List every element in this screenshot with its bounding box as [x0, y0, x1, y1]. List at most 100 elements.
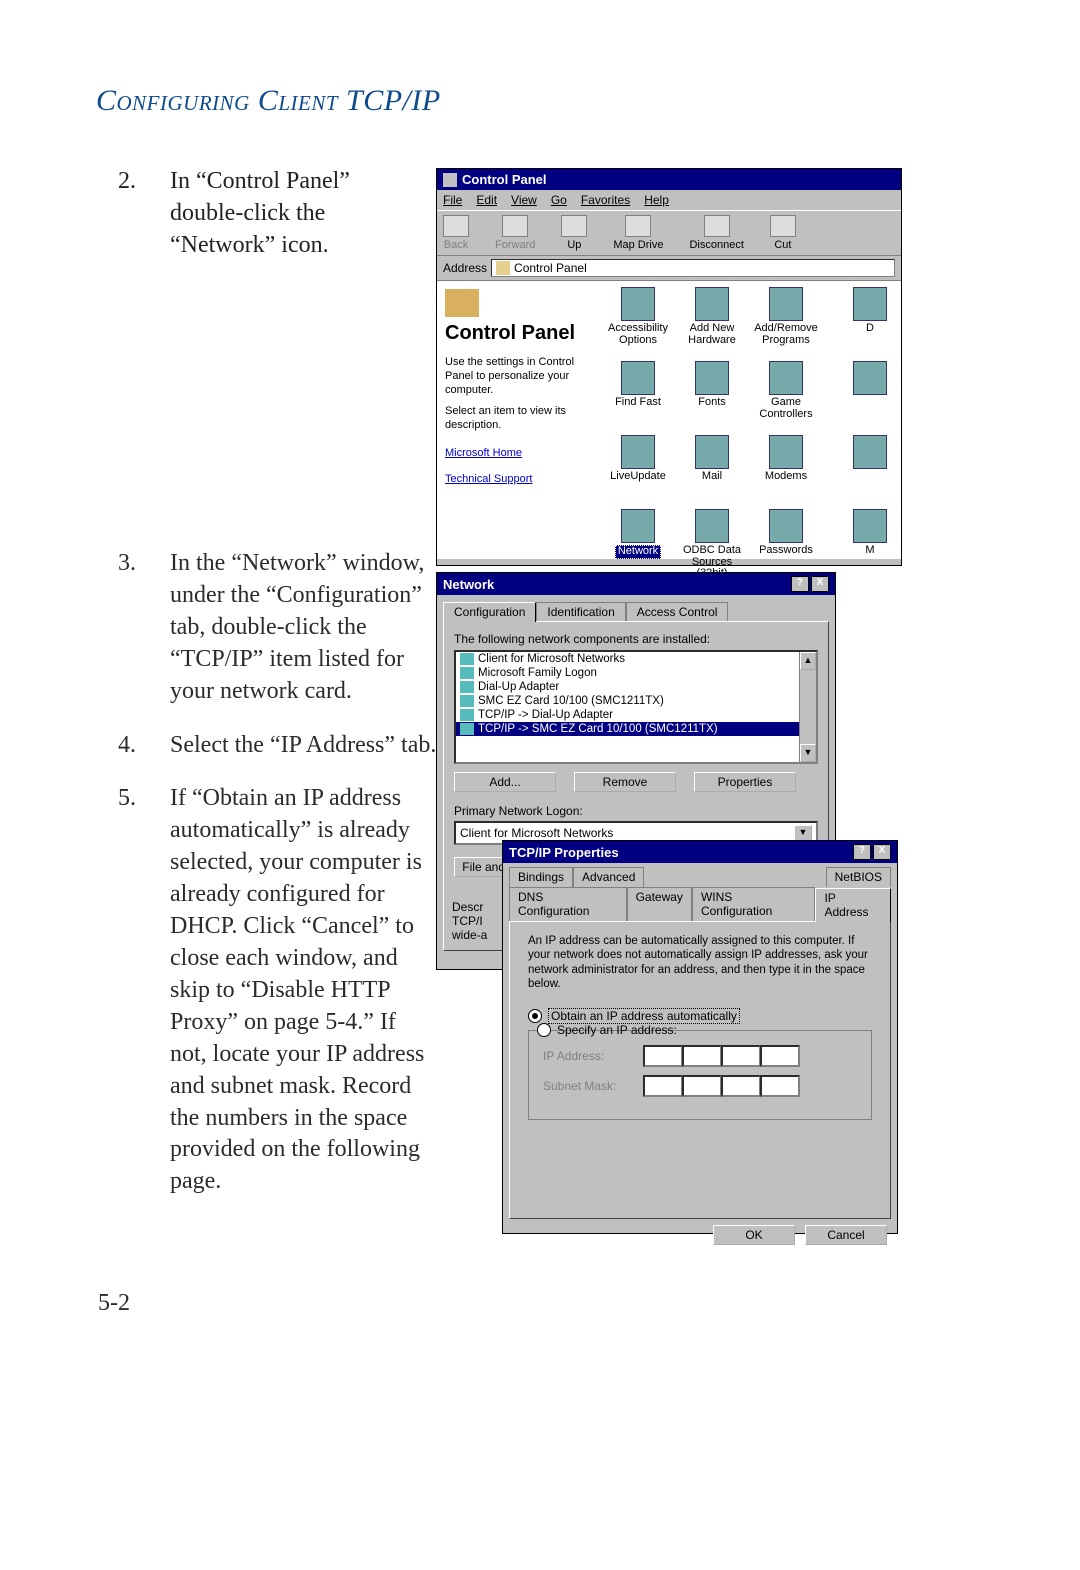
titlebar: Control Panel: [437, 169, 901, 190]
address-label: Address: [443, 261, 487, 275]
cp-item-add-remove-programs[interactable]: Add/Remove Programs: [749, 287, 823, 361]
applet-icon: [769, 435, 803, 469]
applet-icon: [621, 361, 655, 395]
step-text: In the “Network” window, under the “Conf…: [170, 548, 438, 708]
cp-item-fonts[interactable]: Fonts: [675, 361, 749, 435]
disconnect-button[interactable]: Disconnect: [689, 215, 743, 251]
component-label: Client for Microsoft Networks: [478, 653, 625, 665]
tab-identification[interactable]: Identification: [536, 602, 625, 622]
applet-label: Accessibility Options: [601, 323, 675, 346]
applet-label: D: [864, 323, 876, 335]
component-icon: [460, 723, 474, 735]
cp-item-partial[interactable]: [833, 361, 907, 435]
radio-specify[interactable]: Specify an IP address:: [537, 1023, 857, 1037]
ip-address-field: [643, 1045, 800, 1067]
applet-label: LiveUpdate: [608, 471, 668, 483]
menu-view[interactable]: View: [511, 193, 537, 207]
cp-item-accessibility-options[interactable]: Accessibility Options: [601, 287, 675, 361]
control-panel-icon: [445, 289, 479, 317]
tab-bindings[interactable]: Bindings: [509, 867, 573, 887]
cut-button[interactable]: Cut: [770, 215, 796, 251]
map-drive-button[interactable]: Map Drive: [613, 215, 663, 251]
description-text2: wide-a: [452, 928, 487, 942]
scrollbar[interactable]: ▲ ▼: [799, 652, 816, 762]
cp-item-find-fast[interactable]: Find Fast: [601, 361, 675, 435]
icon-grid: Accessibility OptionsAdd New HardwareAdd…: [597, 281, 901, 559]
radio-obtain-auto[interactable]: Obtain an IP address automatically: [528, 1008, 872, 1024]
address-bar: Address Control Panel: [437, 256, 901, 281]
help-button[interactable]: ?: [853, 844, 871, 860]
radio-icon: [537, 1023, 551, 1037]
cp-item-liveupdate[interactable]: LiveUpdate: [601, 435, 675, 509]
properties-button[interactable]: Properties: [694, 772, 796, 792]
combo-value: Client for Microsoft Networks: [460, 826, 613, 840]
ok-button[interactable]: OK: [713, 1225, 795, 1245]
applet-icon: [621, 287, 655, 321]
list-item[interactable]: TCP/IP -> SMC EZ Card 10/100 (SMC1211TX): [456, 722, 816, 736]
scroll-up-icon[interactable]: ▲: [800, 652, 816, 670]
menu-help[interactable]: Help: [644, 193, 669, 207]
list-item[interactable]: SMC EZ Card 10/100 (SMC1211TX): [456, 694, 816, 708]
cp-item-mail[interactable]: Mail: [675, 435, 749, 509]
applet-icon: [695, 361, 729, 395]
cut-icon: [770, 215, 796, 237]
applet-icon: [769, 509, 803, 543]
applet-icon: [695, 287, 729, 321]
component-label: TCP/IP -> SMC EZ Card 10/100 (SMC1211TX): [478, 723, 718, 735]
list-item[interactable]: Dial-Up Adapter: [456, 680, 816, 694]
subnet-mask-label: Subnet Mask:: [543, 1079, 633, 1093]
list-item[interactable]: Client for Microsoft Networks: [456, 652, 816, 666]
component-label: SMC EZ Card 10/100 (SMC1211TX): [478, 695, 664, 707]
cp-item-add-new-hardware[interactable]: Add New Hardware: [675, 287, 749, 361]
applet-icon: [695, 509, 729, 543]
forward-icon: [502, 215, 528, 237]
tab-access-control[interactable]: Access Control: [626, 602, 729, 622]
tab-advanced[interactable]: Advanced: [573, 867, 644, 887]
scroll-down-icon[interactable]: ▼: [800, 744, 816, 762]
add-button[interactable]: Add...: [454, 772, 556, 792]
cp-item-d[interactable]: D: [833, 287, 907, 361]
window-title: TCP/IP Properties: [509, 845, 619, 860]
titlebar: TCP/IP Properties ? X: [503, 841, 897, 863]
applet-label: M: [863, 545, 876, 557]
address-field[interactable]: Control Panel: [491, 259, 895, 277]
applet-icon: [695, 435, 729, 469]
tab-dns[interactable]: DNS Configuration: [509, 887, 627, 921]
cancel-button[interactable]: Cancel: [805, 1225, 887, 1245]
cp-item-modems[interactable]: Modems: [749, 435, 823, 509]
tab-ip-address[interactable]: IP Address: [815, 888, 891, 922]
applet-label: Add/Remove Programs: [749, 323, 823, 346]
map-drive-icon: [625, 215, 651, 237]
components-listbox[interactable]: Client for Microsoft NetworksMicrosoft F…: [454, 650, 818, 764]
info-desc1: Use the settings in Control Panel to per…: [445, 356, 589, 397]
steps-lower: 3. In the “Network” window, under the “C…: [118, 548, 438, 1220]
tab-netbios[interactable]: NetBIOS: [826, 867, 891, 887]
applet-label: Passwords: [757, 545, 815, 557]
link-tech-support[interactable]: Technical Support: [445, 473, 589, 485]
component-icon: [460, 681, 474, 693]
menu-go[interactable]: Go: [551, 193, 567, 207]
menu-file[interactable]: File: [443, 193, 462, 207]
tab-gateway[interactable]: Gateway: [627, 887, 692, 921]
menu-edit[interactable]: Edit: [476, 193, 497, 207]
cp-item-m[interactable]: M: [833, 509, 907, 583]
ip-address-label: IP Address:: [543, 1049, 633, 1063]
step-text: In “Control Panel” double-click the “Net…: [170, 166, 428, 262]
close-button[interactable]: X: [873, 844, 891, 860]
menu-favorites[interactable]: Favorites: [581, 193, 630, 207]
applet-label: Game Controllers: [749, 397, 823, 420]
cp-item-partial[interactable]: [833, 435, 907, 509]
close-button[interactable]: X: [811, 576, 829, 592]
radio-label: Obtain an IP address automatically: [548, 1008, 740, 1024]
list-item[interactable]: TCP/IP -> Dial-Up Adapter: [456, 708, 816, 722]
step-num: 4.: [118, 730, 170, 762]
list-item[interactable]: Microsoft Family Logon: [456, 666, 816, 680]
help-button[interactable]: ?: [791, 576, 809, 592]
cp-item-game-controllers[interactable]: Game Controllers: [749, 361, 823, 435]
tab-configuration[interactable]: Configuration: [443, 602, 536, 622]
tab-wins[interactable]: WINS Configuration: [692, 887, 816, 921]
remove-button[interactable]: Remove: [574, 772, 676, 792]
up-button[interactable]: Up: [561, 215, 587, 251]
link-ms-home[interactable]: Microsoft Home: [445, 447, 589, 459]
chevron-down-icon[interactable]: ▼: [794, 825, 812, 841]
